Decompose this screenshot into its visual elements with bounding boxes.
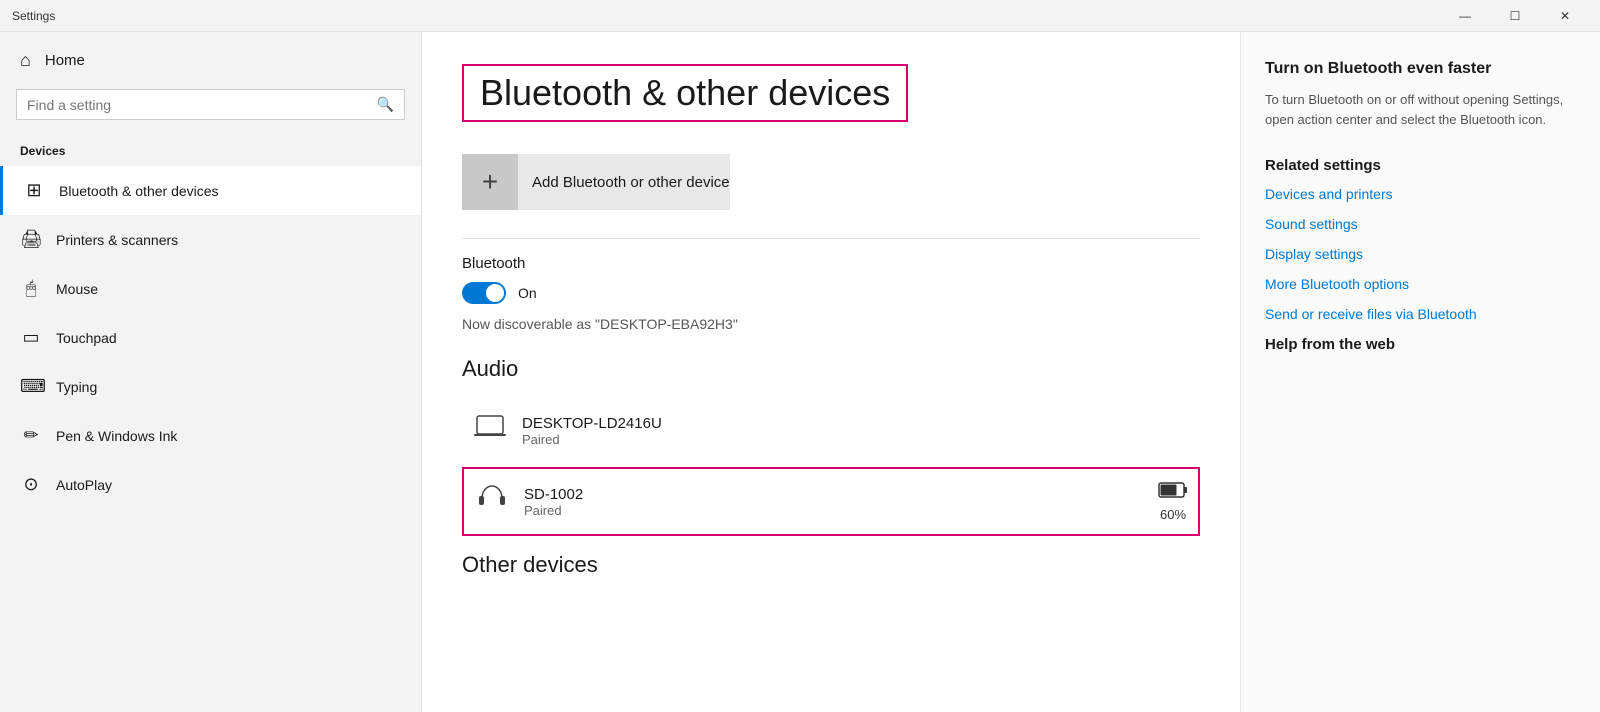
device-status-sd1002: Paired: [524, 503, 1144, 518]
section-divider-1: [462, 238, 1200, 239]
laptop-icon: [472, 410, 508, 451]
toggle-row: On: [462, 282, 1200, 304]
home-icon: ⌂: [20, 50, 31, 71]
related-settings-title: Related settings: [1265, 157, 1576, 174]
battery-percentage: 60%: [1160, 507, 1186, 522]
page-title: Bluetooth & other devices: [480, 72, 890, 114]
minimize-button[interactable]: —: [1442, 0, 1488, 32]
other-devices-title: Other devices: [462, 552, 1200, 578]
search-input[interactable]: [27, 97, 377, 113]
toggle-on-label: On: [518, 285, 537, 301]
device-item-sd1002[interactable]: SD-1002 Paired 60%: [462, 467, 1200, 536]
add-device-label: Add Bluetooth or other device: [532, 174, 730, 191]
sidebar-item-pen[interactable]: ✏ Pen & Windows Ink: [0, 411, 421, 460]
audio-section: Audio DESKTOP-LD2416U Paired: [462, 356, 1200, 536]
tip-text: To turn Bluetooth on or off without open…: [1265, 90, 1576, 129]
sidebar-item-printers[interactable]: 🖨 Printers & scanners: [0, 215, 421, 264]
window-controls: — ☐ ✕: [1442, 0, 1588, 32]
sidebar-item-bluetooth[interactable]: ⊞ Bluetooth & other devices: [0, 166, 421, 215]
maximize-button[interactable]: ☐: [1492, 0, 1538, 32]
device-name-desktop: DESKTOP-LD2416U: [522, 415, 1190, 432]
bluetooth-label: Bluetooth: [462, 255, 1200, 272]
audio-title: Audio: [462, 356, 1200, 382]
device-status-desktop: Paired: [522, 432, 1190, 447]
link-sound-settings[interactable]: Sound settings: [1265, 216, 1576, 232]
device-info-desktop: DESKTOP-LD2416U Paired: [522, 415, 1190, 447]
search-box: 🔍: [16, 89, 405, 120]
right-panel: Turn on Bluetooth even faster To turn Bl…: [1240, 32, 1600, 712]
device-item-desktop[interactable]: DESKTOP-LD2416U Paired: [462, 398, 1200, 463]
add-icon: +: [462, 154, 518, 210]
sidebar-section-devices: Devices: [0, 136, 421, 166]
add-device-button[interactable]: + Add Bluetooth or other device: [462, 154, 730, 210]
printer-icon: 🖨: [20, 229, 42, 250]
tip-title: Turn on Bluetooth even faster: [1265, 60, 1576, 78]
link-display-settings[interactable]: Display settings: [1265, 246, 1576, 262]
help-title: Help from the web: [1265, 336, 1576, 353]
link-devices-printers[interactable]: Devices and printers: [1265, 186, 1576, 202]
page-title-box: Bluetooth & other devices: [462, 64, 908, 122]
bluetooth-toggle[interactable]: [462, 282, 506, 304]
close-button[interactable]: ✕: [1542, 0, 1588, 32]
sidebar-item-mouse-label: Mouse: [56, 281, 98, 297]
sidebar-item-autoplay-label: AutoPlay: [56, 477, 112, 493]
search-icon: 🔍: [377, 96, 394, 113]
battery-icon: [1158, 481, 1188, 505]
discoverable-text: Now discoverable as "DESKTOP-EBA92H3": [462, 316, 1200, 332]
mouse-icon: 🖱: [20, 278, 42, 299]
sidebar: ⌂ Home 🔍 Devices ⊞ Bluetooth & other dev…: [0, 32, 422, 712]
titlebar: Settings — ☐ ✕: [0, 0, 1600, 32]
main-layout: ⌂ Home 🔍 Devices ⊞ Bluetooth & other dev…: [0, 32, 1600, 712]
pen-icon: ✏: [20, 425, 42, 446]
typing-icon: ⌨: [20, 376, 42, 397]
sidebar-item-typing[interactable]: ⌨ Typing: [0, 362, 421, 411]
home-label: Home: [45, 52, 85, 69]
sidebar-item-printers-label: Printers & scanners: [56, 232, 178, 248]
sidebar-item-touchpad-label: Touchpad: [56, 330, 117, 346]
bluetooth-icon: ⊞: [23, 180, 45, 201]
sidebar-item-autoplay[interactable]: ⊙ AutoPlay: [0, 460, 421, 509]
headset-icon: [474, 481, 510, 522]
sidebar-item-typing-label: Typing: [56, 379, 97, 395]
app-title: Settings: [12, 9, 55, 23]
content-area: Bluetooth & other devices + Add Bluetoot…: [422, 32, 1240, 712]
sidebar-item-bluetooth-label: Bluetooth & other devices: [59, 183, 219, 199]
link-more-bluetooth[interactable]: More Bluetooth options: [1265, 276, 1576, 292]
sidebar-item-mouse[interactable]: 🖱 Mouse: [0, 264, 421, 313]
autoplay-icon: ⊙: [20, 474, 42, 495]
battery-info: 60%: [1158, 481, 1188, 522]
sidebar-home[interactable]: ⌂ Home: [0, 32, 421, 89]
device-info-sd1002: SD-1002 Paired: [524, 486, 1144, 518]
device-name-sd1002: SD-1002: [524, 486, 1144, 503]
touchpad-icon: ▭: [20, 327, 42, 348]
link-send-receive[interactable]: Send or receive files via Bluetooth: [1265, 306, 1576, 322]
bluetooth-section: Bluetooth On Now discoverable as "DESKTO…: [462, 255, 1200, 332]
sidebar-item-pen-label: Pen & Windows Ink: [56, 428, 177, 444]
sidebar-item-touchpad[interactable]: ▭ Touchpad: [0, 313, 421, 362]
